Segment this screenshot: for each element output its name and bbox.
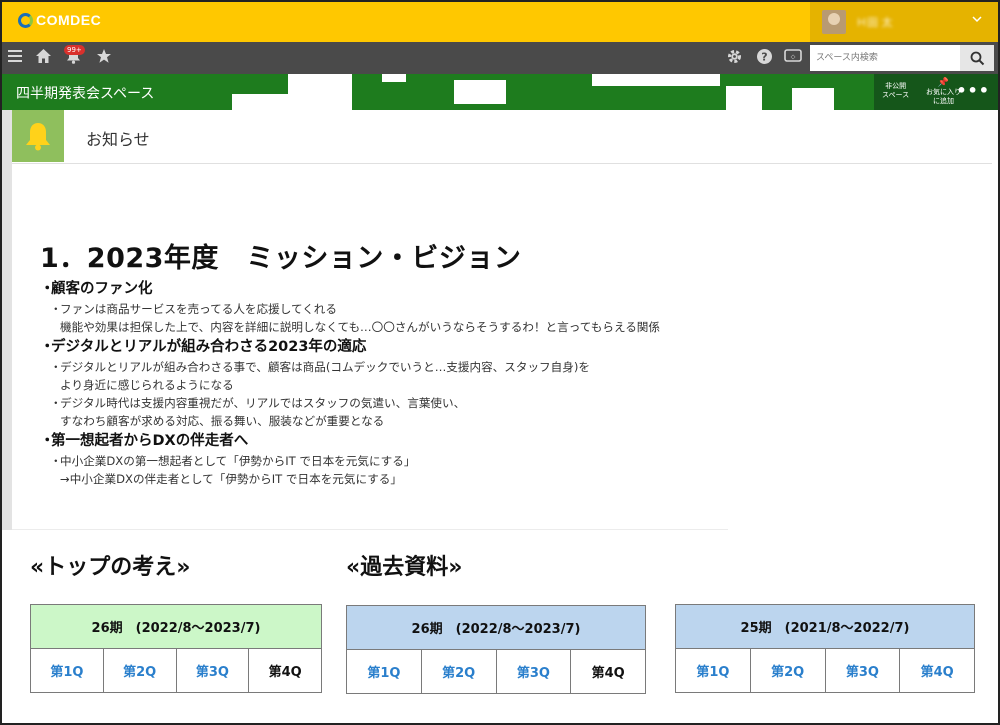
section-title-text: デジタルとリアルが組み合わさる2023年の適応	[51, 339, 367, 355]
quarter-cell: 第4Q	[570, 649, 646, 694]
section-title-text: 顧客のファン化	[51, 281, 153, 297]
quarter-link[interactable]: 第2Q	[123, 665, 156, 680]
quarter-link[interactable]: 第4Q	[921, 665, 954, 680]
quarter-link[interactable]: 第1Q	[696, 665, 729, 680]
gear-icon[interactable]	[726, 48, 743, 70]
top-thoughts-heading: «トップの考え»	[30, 555, 191, 580]
avatar	[822, 10, 846, 34]
left-edge	[2, 110, 12, 530]
svg-text:?: ?	[761, 51, 767, 64]
quarter-cell[interactable]: 第3Q	[824, 648, 901, 693]
list-item-text: ファンは商品サービスを売ってる人を応援してくれる 機能や効果は担保した上で、内容…	[60, 302, 660, 334]
chat-icon[interactable]: ◇	[784, 48, 802, 69]
quarter-cell[interactable]: 第3Q	[495, 649, 572, 694]
notice-header: お知らせ	[12, 110, 992, 164]
comdec-logo-icon	[18, 12, 33, 28]
header-decoration	[288, 74, 352, 110]
top-bar: COMDEC Ｈ田 太	[2, 2, 998, 42]
svg-text:◇: ◇	[791, 54, 796, 61]
space-actions: 非公開 スペース 📌 お気に入り に追加 •••	[874, 74, 998, 110]
header-decoration	[726, 86, 762, 110]
quarter-cell[interactable]: 第2Q	[102, 648, 177, 693]
section-title-text: 第一想起者からDXの伴走者へ	[51, 433, 249, 449]
page-heading: 1．2023年度 ミッション・ビジョン	[40, 243, 522, 274]
notice-bell-icon	[12, 110, 64, 162]
list-item-text: デジタルとリアルが組み合わさる事で、顧客は商品(コムデックでいうと…支援内容、ス…	[60, 360, 590, 392]
notice-title: お知らせ	[86, 130, 150, 149]
section-title: ・デジタルとリアルが組み合わさる2023年の適応	[40, 336, 780, 358]
home-icon[interactable]	[35, 48, 52, 69]
section-title: ・第一想起者からDXの伴走者へ	[40, 430, 780, 452]
private-space-indicator[interactable]: 非公開 スペース	[882, 82, 909, 100]
list-item: ・ファンは商品サービスを売ってる人を応援してくれる 機能や効果は担保した上で、内…	[50, 302, 660, 334]
quarter-cell[interactable]: 第1Q	[346, 649, 422, 694]
list-item-text: 中小企業DXの第一想起者として「伊勢からIT で日本を元気にする」 →中小企業D…	[60, 454, 416, 486]
more-options-icon[interactable]: •••	[956, 81, 990, 100]
notification-badge: 99+	[64, 45, 85, 55]
quarter-cell[interactable]: 第2Q	[749, 648, 826, 693]
list-item: ・デジタルとリアルが組み合わさる事で、顧客は商品(コムデックでいうと…支援内容、…	[50, 360, 590, 392]
quarter-link[interactable]: 第3Q	[517, 666, 550, 681]
list-item-text: デジタル時代は支援内容重視だが、リアルではスタッフの気遣い、言葉使い、 すなわち…	[60, 396, 466, 428]
brand-logo[interactable]: COMDEC	[18, 12, 101, 28]
header-decoration	[792, 88, 834, 110]
quarter-cell: 第4Q	[248, 648, 322, 693]
star-icon[interactable]	[96, 48, 112, 69]
space-header: 四半期発表会スペース 非公開 スペース 📌 お気に入り に追加 •••	[2, 74, 998, 110]
mission-vision-list: ・顧客のファン化 ・ファンは商品サービスを売ってる人を応援してくれる 機能や効果…	[40, 278, 780, 488]
quarter-link[interactable]: 第1Q	[50, 665, 83, 680]
quarter-cell[interactable]: 第1Q	[30, 648, 104, 693]
period-header: 25期 (2021/8～2022/7)	[675, 604, 975, 649]
quarter-cell[interactable]: 第2Q	[420, 649, 497, 694]
user-menu[interactable]: Ｈ田 太	[810, 2, 998, 42]
space-title: 四半期発表会スペース	[16, 86, 155, 102]
toolbar: 99+ ? ◇	[2, 42, 998, 74]
search-icon	[970, 51, 984, 65]
private-space-label-2: スペース	[882, 91, 910, 99]
period-header: 26期 (2022/8～2023/7)	[30, 604, 322, 649]
menu-icon[interactable]	[7, 48, 23, 69]
quarter-label: 第4Q	[591, 666, 625, 681]
past-materials-table-25: 25期 (2021/8～2022/7) 第1Q 第2Q 第3Q 第4Q	[675, 604, 975, 693]
header-decoration	[232, 94, 288, 110]
list-item: ・デジタル時代は支援内容重視だが、リアルではスタッフの気遣い、言葉使い、 すなわ…	[50, 396, 466, 428]
past-materials-table-26: 26期 (2022/8～2023/7) 第1Q 第2Q 第3Q 第4Q	[346, 605, 646, 694]
quarter-cell[interactable]: 第3Q	[175, 648, 250, 693]
header-decoration	[592, 74, 720, 86]
section-title: ・顧客のファン化	[40, 278, 780, 300]
header-decoration	[454, 80, 506, 104]
list-item: ・中小企業DXの第一想起者として「伊勢からIT で日本を元気にする」 →中小企業…	[50, 454, 416, 486]
search-input[interactable]	[810, 45, 960, 71]
app-window: COMDEC Ｈ田 太 99+ ? ◇ スペース内検索 四半期発表会スペース 非…	[0, 0, 1000, 725]
search-button[interactable]	[960, 45, 994, 71]
quarter-link[interactable]: 第2Q	[771, 665, 804, 680]
quarter-link[interactable]: 第1Q	[367, 666, 400, 681]
private-space-label-1: 非公開	[885, 82, 907, 90]
chevron-down-icon	[972, 14, 982, 27]
quarter-link[interactable]: 第2Q	[442, 666, 475, 681]
quarter-link[interactable]: 第3Q	[846, 665, 879, 680]
header-decoration	[382, 74, 406, 82]
quarter-label: 第4Q	[268, 665, 302, 680]
user-name: Ｈ田 太	[856, 16, 893, 29]
quarter-cell[interactable]: 第4Q	[899, 648, 975, 693]
help-icon[interactable]: ?	[756, 48, 773, 70]
notice-content: 1．2023年度 ミッション・ビジョン ・顧客のファン化 ・ファンは商品サービス…	[12, 164, 728, 530]
brand-name: COMDEC	[36, 12, 102, 28]
top-thoughts-table: 26期 (2022/8～2023/7) 第1Q 第2Q 第3Q 第4Q	[30, 604, 322, 693]
quarter-cell[interactable]: 第1Q	[675, 648, 751, 693]
quarter-link[interactable]: 第3Q	[196, 665, 229, 680]
past-materials-heading: «過去資料»	[346, 555, 463, 580]
period-header: 26期 (2022/8～2023/7)	[346, 605, 646, 650]
